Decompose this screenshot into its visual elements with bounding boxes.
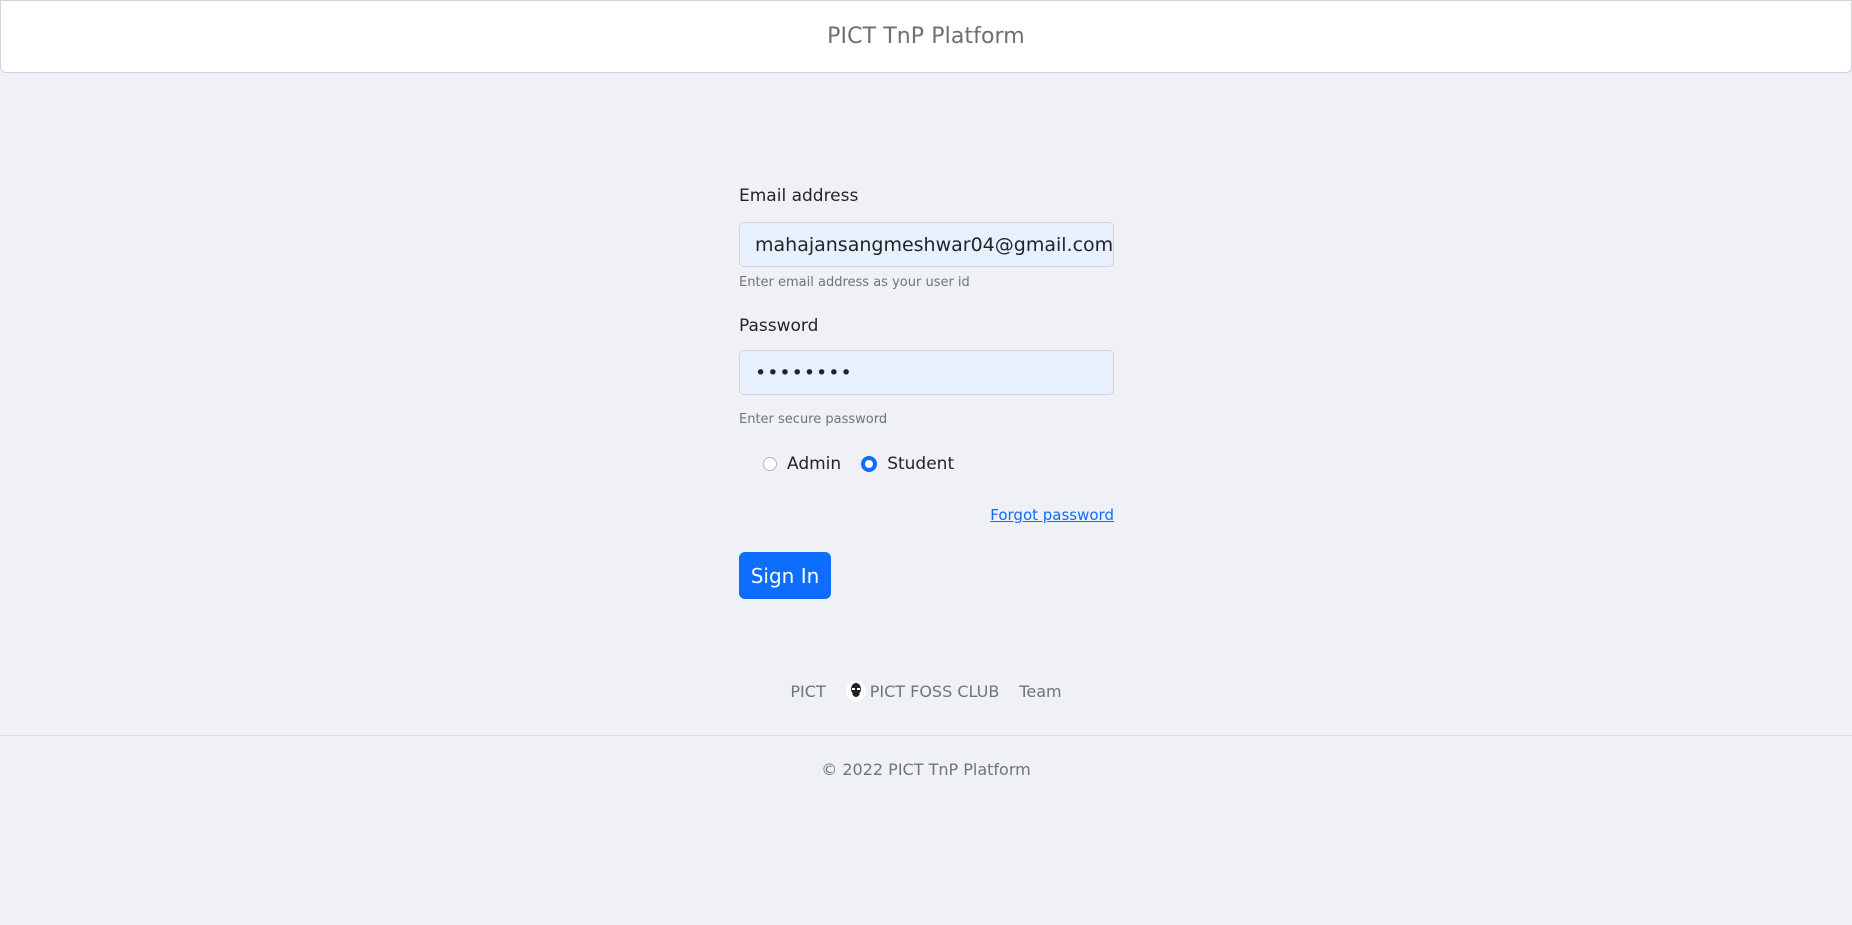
footer-links: PICT PICT FOSS CLUB Team <box>0 680 1852 702</box>
footer-divider <box>0 735 1852 736</box>
email-help-text: Enter email address as your user id <box>739 275 970 290</box>
role-radio-group: Admin Student <box>763 454 974 474</box>
forgot-password-link[interactable]: Forgot password <box>990 506 1114 524</box>
top-navbar: PICT TnP Platform <box>0 0 1852 73</box>
email-input[interactable]: mahajansangmeshwar04@gmail.com <box>739 222 1114 267</box>
password-help-text: Enter secure password <box>739 412 888 427</box>
password-input[interactable]: •••••••• <box>739 350 1114 395</box>
admin-radio[interactable] <box>763 457 777 471</box>
footer-link-label: PICT <box>790 681 826 701</box>
footer-link-pict[interactable]: PICT <box>790 682 825 701</box>
password-label: Password <box>739 316 819 336</box>
foss-club-logo-icon <box>845 681 866 701</box>
footer-link-label: Team <box>1019 681 1062 701</box>
copyright-text: © 2022 PICT TnP Platform <box>821 760 1031 779</box>
student-radio[interactable] <box>861 456 878 472</box>
email-label: Email address <box>739 186 859 206</box>
footer-link-team[interactable]: Team <box>1019 682 1061 701</box>
role-option-admin[interactable]: Admin <box>763 454 841 474</box>
admin-radio-label[interactable]: Admin <box>787 454 841 474</box>
student-radio-label[interactable]: Student <box>887 454 954 474</box>
brand-title[interactable]: PICT TnP Platform <box>827 24 1025 49</box>
footer-link-foss-club[interactable]: PICT FOSS CLUB <box>845 680 1000 702</box>
sign-in-button[interactable]: Sign In <box>739 552 831 599</box>
footer-link-label: PICT FOSS CLUB <box>869 681 1000 701</box>
role-option-student[interactable]: Student <box>861 454 954 474</box>
